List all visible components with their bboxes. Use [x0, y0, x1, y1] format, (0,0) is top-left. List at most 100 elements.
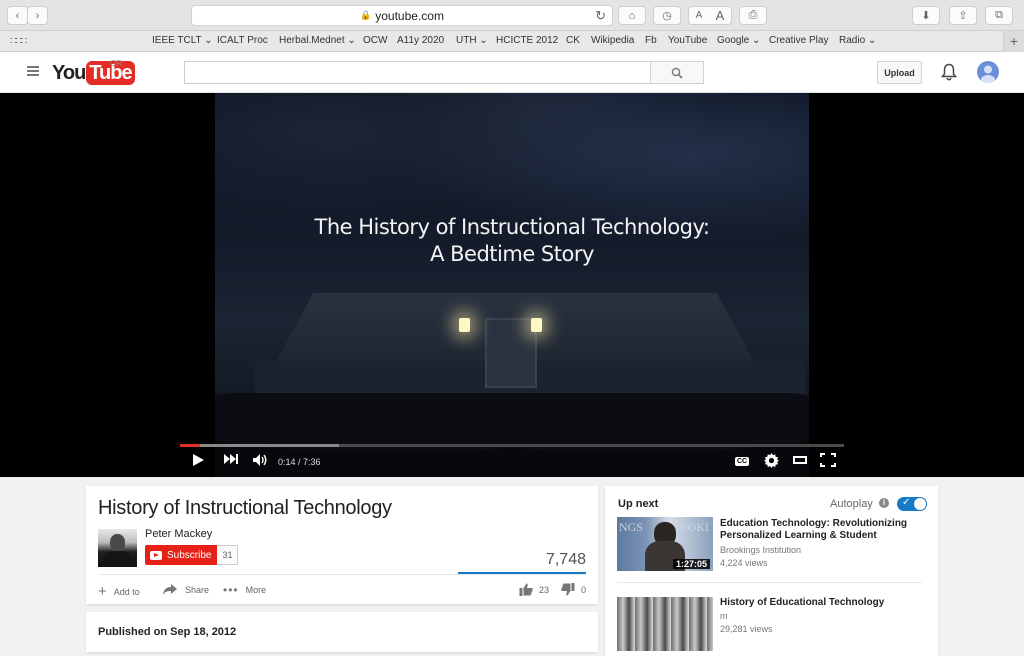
related-video-title[interactable]: Education Technology: Revolutionizing Pe… — [720, 518, 920, 542]
related-video-channel: m — [720, 611, 728, 621]
youtube-header: You Tube GR Upload — [0, 52, 1024, 93]
subscribe-button[interactable]: Subscribe — [145, 545, 218, 565]
share-icon: ⇧ — [958, 10, 968, 22]
related-video-views: 4,224 views — [720, 558, 768, 568]
like-button[interactable]: 23 — [519, 583, 549, 596]
printer-icon: ⎙ — [748, 9, 758, 21]
share-video-button[interactable]: Share — [162, 583, 209, 596]
bookmark-item[interactable]: CK — [566, 35, 580, 46]
related-video-channel: Brookings Institution — [720, 545, 802, 555]
autoplay-label: Autoplay — [830, 498, 873, 510]
video-title: History of Instructional Technology — [98, 497, 392, 519]
settings-button[interactable] — [764, 453, 779, 468]
tabs-icon: ⧉ — [995, 9, 1003, 21]
bookmark-item[interactable]: YouTube — [668, 35, 707, 46]
font-larger-button[interactable]: A — [716, 8, 725, 23]
video-player[interactable]: The History of Instructional Technology:… — [0, 93, 1024, 477]
check-icon: ✓ — [902, 497, 911, 508]
time-display: 0:14 / 7:36 — [278, 457, 321, 467]
related-video-title[interactable]: History of Educational Technology — [720, 597, 920, 609]
up-next-panel: Up next Autoplay i ✓ NGS OOKI 1:27:05 Ed… — [605, 486, 938, 656]
reload-icon[interactable]: ↻ — [595, 8, 606, 24]
bookmark-item[interactable]: OCW — [363, 35, 387, 46]
search-button[interactable] — [650, 61, 704, 84]
share-arrow-icon — [163, 584, 177, 595]
bookmark-item[interactable]: Google ⌄ — [717, 35, 760, 46]
grid-icon[interactable]: ∷∷∷ — [10, 36, 27, 47]
print-button[interactable]: ⎙ — [739, 6, 767, 25]
progress-bar[interactable] — [180, 444, 844, 447]
related-video-thumbnail[interactable]: NGS OOKI 1:27:05 — [617, 517, 713, 571]
dislike-button[interactable]: 0 — [561, 583, 586, 596]
chevron-left-icon: ‹ — [15, 9, 20, 22]
related-video-thumbnail[interactable] — [617, 597, 713, 651]
fullscreen-button[interactable] — [820, 453, 836, 467]
plus-icon: + — [98, 583, 107, 600]
bookmark-item[interactable]: Fb — [645, 35, 657, 46]
related-video-views: 29,281 views — [720, 624, 773, 634]
bookmark-item[interactable]: UTH ⌄ — [456, 35, 488, 46]
add-bookmark-button[interactable]: + — [1003, 31, 1024, 52]
play-icon — [193, 454, 204, 466]
back-button[interactable]: ‹ — [7, 6, 28, 25]
bookmark-item[interactable]: HCICTE 2012 — [496, 35, 558, 46]
forward-button[interactable]: › — [27, 6, 48, 25]
more-dots-icon: ••• — [223, 583, 239, 597]
played-bar — [180, 444, 200, 447]
chevron-right-icon: › — [35, 9, 40, 22]
next-button[interactable] — [223, 453, 239, 465]
menu-icon[interactable] — [27, 66, 39, 78]
search-icon — [671, 67, 683, 79]
channel-avatar[interactable] — [98, 529, 137, 567]
clock-icon: ◷ — [662, 10, 672, 22]
bookmarks-bar: ∷∷∷ IEEE TCLT ⌄ ICALT Proc Herbal.Mednet… — [0, 31, 1024, 52]
lock-icon: 🔒 — [360, 10, 372, 20]
font-size-buttons[interactable]: A A — [688, 6, 732, 25]
fullscreen-icon — [820, 453, 836, 467]
divider — [617, 582, 922, 583]
video-frame[interactable]: The History of Instructional Technology:… — [215, 93, 809, 477]
youtube-play-icon — [150, 550, 162, 560]
channel-name[interactable]: Peter Mackey — [145, 528, 212, 540]
porch-lamp — [531, 318, 542, 332]
porch-lamp — [459, 318, 470, 332]
bookmark-item[interactable]: Radio ⌄ — [839, 35, 876, 46]
downloads-button[interactable]: ⬇ — [912, 6, 940, 25]
tabs-button[interactable]: ⧉ — [985, 6, 1013, 25]
download-icon: ⬇ — [921, 10, 931, 22]
next-icon — [224, 454, 238, 464]
bookmark-item[interactable]: Wikipedia — [591, 35, 634, 46]
buffered-bar — [180, 444, 340, 447]
bookmark-item[interactable]: ICALT Proc — [217, 35, 268, 46]
volume-button[interactable] — [252, 453, 268, 467]
address-bar[interactable]: 🔒 youtube.com ↻ — [191, 5, 613, 26]
bell-icon[interactable] — [940, 63, 958, 86]
bookmark-item[interactable]: A11y 2020 — [397, 35, 444, 46]
bookmark-item[interactable]: Herbal.Mednet ⌄ — [279, 35, 356, 46]
add-to-button[interactable]: + Add to — [98, 583, 140, 600]
font-smaller-button[interactable]: A — [696, 10, 703, 21]
history-button[interactable]: ◷ — [653, 6, 681, 25]
play-button[interactable] — [191, 453, 205, 467]
upload-button[interactable]: Upload — [877, 61, 922, 84]
like-ratio-bar — [458, 572, 586, 574]
youtube-logo[interactable]: You Tube GR — [52, 59, 135, 85]
share-button[interactable]: ⇧ — [949, 6, 977, 25]
info-icon[interactable]: i — [879, 498, 889, 508]
theater-mode-button[interactable] — [793, 453, 807, 467]
subscriber-count: 31 — [217, 545, 239, 565]
home-button[interactable]: ⌂ — [618, 6, 646, 25]
subscribe-widget: Subscribe 31 — [145, 545, 239, 565]
volume-icon — [253, 454, 267, 466]
search-input[interactable] — [184, 61, 651, 84]
avatar[interactable] — [977, 61, 999, 83]
publish-date: Published on Sep 18, 2012 — [98, 626, 237, 638]
autoplay-toggle[interactable]: ✓ — [897, 497, 927, 511]
cc-icon: CC — [735, 457, 750, 466]
more-button[interactable]: ••• More — [223, 583, 266, 597]
bookmark-item[interactable]: Creative Play — [769, 35, 828, 46]
captions-button[interactable]: CC — [735, 457, 750, 466]
bookmark-item[interactable]: IEEE TCLT ⌄ — [152, 35, 213, 46]
home-icon: ⌂ — [628, 9, 636, 22]
divider — [98, 574, 586, 575]
